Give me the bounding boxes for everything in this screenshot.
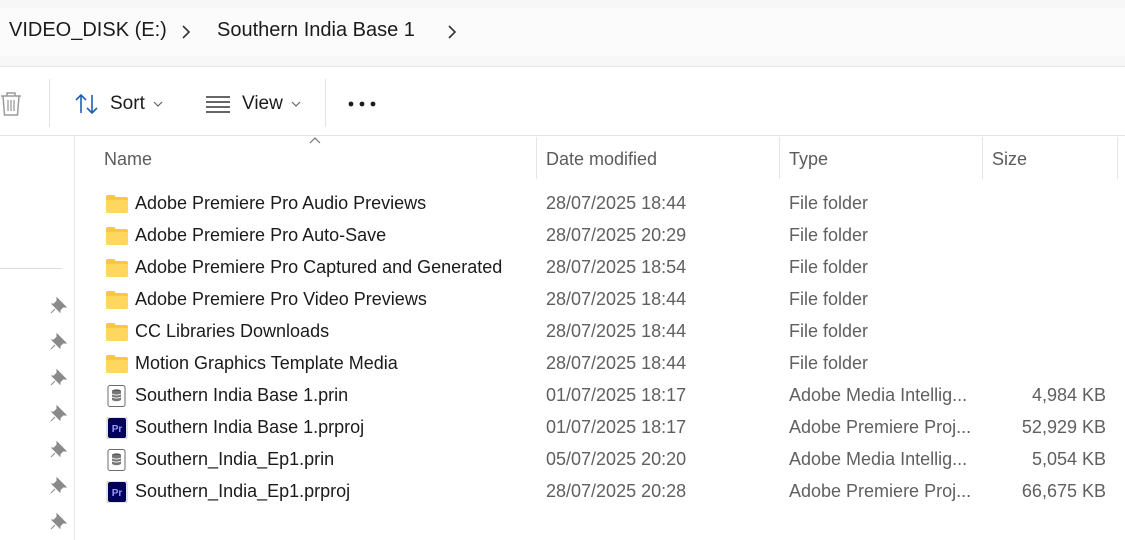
file-row[interactable]: Adobe Premiere Pro Video Previews 28/07/… [76, 284, 1125, 316]
file-name: Motion Graphics Template Media [135, 353, 398, 373]
chevron-right-icon[interactable] [176, 22, 196, 42]
file-date: 05/07/2025 20:20 [546, 449, 687, 469]
breadcrumb-drive[interactable]: VIDEO_DISK (E:) [9, 19, 167, 42]
file-size: 52,929 KB [1021, 417, 1106, 437]
folder-icon [105, 193, 129, 215]
file-type: File folder [789, 353, 869, 373]
file-name: Adobe Premiere Pro Auto-Save [135, 225, 387, 245]
file-row[interactable]: Adobe Premiere Pro Audio Previews 28/07/… [76, 188, 1125, 220]
file-row[interactable]: Adobe Premiere Pro Auto-Save 28/07/2025 … [76, 220, 1125, 252]
column-header-type[interactable]: Type [789, 149, 828, 170]
more-horizontal-icon [348, 101, 376, 107]
file-date: 28/07/2025 18:44 [546, 353, 687, 373]
file-name: Southern India Base 1.prin [135, 385, 349, 405]
pin-icon[interactable] [50, 440, 68, 458]
navigation-pane [0, 136, 75, 540]
sort-label: Sort [110, 93, 145, 114]
svg-text:Pr: Pr [112, 424, 123, 435]
trash-icon[interactable] [0, 91, 22, 117]
file-row[interactable]: Motion Graphics Template Media 28/07/202… [76, 348, 1125, 380]
file-date: 28/07/2025 18:44 [546, 321, 687, 341]
file-name: Southern_India_Ep1.prin [135, 449, 335, 469]
file-row[interactable]: Pr Southern India Base 1.prproj 01/07/20… [76, 412, 1125, 444]
file-date: 28/07/2025 20:29 [546, 225, 687, 245]
folder-icon [105, 321, 129, 343]
pin-icon[interactable] [50, 332, 68, 350]
column-divider[interactable] [982, 137, 983, 179]
premiere-project-icon: Pr [105, 480, 129, 504]
chevron-right-icon[interactable] [442, 22, 462, 42]
column-header-name[interactable]: Name [104, 149, 152, 170]
file-row[interactable]: CC Libraries Downloads 28/07/2025 18:44 … [76, 316, 1125, 348]
folder-icon [105, 289, 129, 311]
pin-icon[interactable] [50, 296, 68, 314]
sort-button[interactable]: Sort [74, 87, 163, 121]
file-date: 01/07/2025 18:17 [546, 417, 687, 437]
file-type: File folder [789, 257, 869, 277]
file-date: 28/07/2025 18:44 [546, 193, 687, 213]
more-options-button[interactable] [348, 87, 376, 121]
address-bar: VIDEO_DISK (E:) Southern India Base 1 [0, 0, 1125, 66]
file-type: Adobe Media Intellig... [789, 385, 968, 405]
file-date: 28/07/2025 18:44 [546, 289, 687, 309]
svg-text:Pr: Pr [112, 488, 123, 499]
column-header-size[interactable]: Size [992, 149, 1027, 170]
view-list-icon [206, 96, 230, 113]
nav-divider [0, 268, 62, 269]
file-type: File folder [789, 289, 869, 309]
file-date: 28/07/2025 20:28 [546, 481, 687, 501]
file-row[interactable]: Adobe Premiere Pro Captured and Generate… [76, 252, 1125, 284]
file-name: Southern India Base 1.prproj [135, 417, 365, 437]
file-type: File folder [789, 193, 869, 213]
file-row[interactable]: Southern India Base 1.prin 01/07/2025 18… [76, 380, 1125, 412]
file-name: Adobe Premiere Pro Audio Previews [135, 193, 427, 213]
view-label: View [242, 93, 283, 114]
view-button[interactable]: View [205, 87, 301, 121]
file-size: 66,675 KB [1021, 481, 1106, 501]
file-row[interactable]: Southern_India_Ep1.prin 05/07/2025 20:20… [76, 444, 1125, 476]
command-bar: Sort View [0, 66, 1125, 136]
file-type: Adobe Premiere Proj... [789, 481, 972, 501]
file-date: 01/07/2025 18:17 [546, 385, 687, 405]
folder-icon [105, 257, 129, 279]
chevron-down-icon [153, 101, 163, 107]
folder-icon [105, 225, 129, 247]
sort-ascending-icon [309, 137, 321, 144]
file-name: CC Libraries Downloads [135, 321, 330, 341]
column-headers: Name Date modified Type Size [76, 137, 1125, 179]
pin-icon[interactable] [50, 512, 68, 530]
column-divider[interactable] [779, 137, 780, 179]
database-file-icon [105, 449, 129, 471]
pin-icon[interactable] [50, 404, 68, 422]
premiere-project-icon: Pr [105, 416, 129, 440]
column-divider[interactable] [536, 137, 537, 179]
file-type: Adobe Media Intellig... [789, 449, 968, 469]
column-header-date[interactable]: Date modified [546, 149, 657, 170]
file-size: 5,054 KB [1031, 449, 1106, 469]
file-type: File folder [789, 321, 869, 341]
database-file-icon [105, 385, 129, 407]
breadcrumb-folder[interactable]: Southern India Base 1 [217, 19, 415, 42]
file-name: Adobe Premiere Pro Video Previews [135, 289, 427, 309]
folder-icon [105, 353, 129, 375]
toolbar-divider [49, 79, 50, 127]
file-size: 4,984 KB [1031, 385, 1106, 405]
sort-icon [75, 93, 98, 115]
chevron-down-icon [291, 101, 301, 107]
breadcrumb[interactable]: VIDEO_DISK (E:) Southern India Base 1 [0, 8, 1125, 56]
pin-icon[interactable] [50, 368, 68, 386]
file-name: Adobe Premiere Pro Captured and Generate… [135, 257, 503, 277]
file-type: File folder [789, 225, 869, 245]
file-date: 28/07/2025 18:54 [546, 257, 687, 277]
file-name: Southern_India_Ep1.prproj [135, 481, 351, 501]
file-list: Adobe Premiere Pro Audio Previews 28/07/… [76, 188, 1125, 508]
pin-icon[interactable] [50, 476, 68, 494]
toolbar-divider [325, 79, 326, 127]
file-row[interactable]: Pr Southern_India_Ep1.prproj 28/07/2025 … [76, 476, 1125, 508]
file-type: Adobe Premiere Proj... [789, 417, 972, 437]
column-divider[interactable] [1117, 137, 1118, 179]
